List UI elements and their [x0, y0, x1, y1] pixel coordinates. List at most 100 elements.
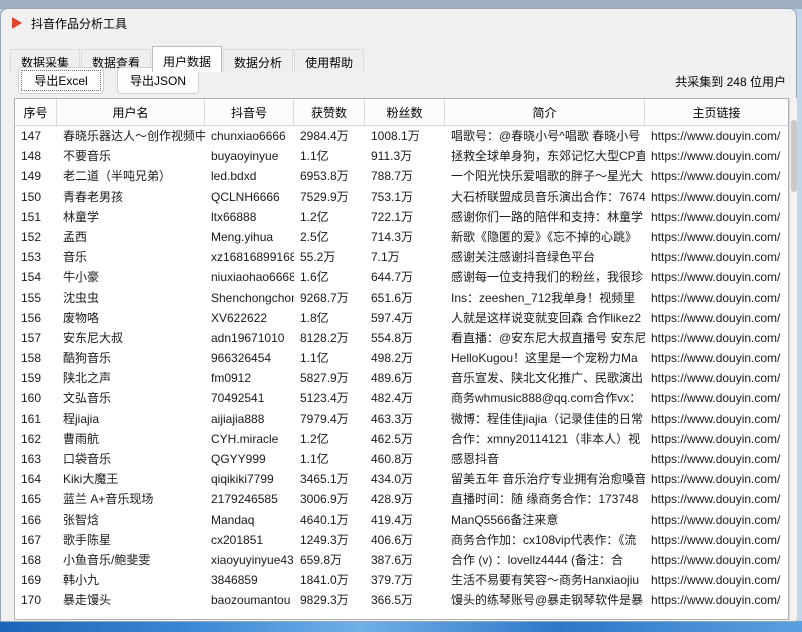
cell-bio: 拯救全球单身狗，东郊记忆大型CP直: [445, 146, 645, 166]
table-row[interactable]: 169韩小九38468591841.0万379.7万生活不易要有笑容～商务Han…: [15, 570, 788, 590]
cell-index: 153: [15, 247, 57, 267]
cell-bio: 生活不易要有笑容～商务Hanxiaojiu: [445, 570, 645, 590]
cell-likes: 1.1亿: [294, 449, 365, 469]
table-row[interactable]: 148不要音乐buyaoyinyue1.1亿911.3万拯救全球单身狗，东郊记忆…: [15, 146, 788, 166]
cell-username: 蓝兰 A+音乐现场: [57, 489, 205, 509]
table-row[interactable]: 150青春老男孩QCLNH66667529.9万753.1万大石桥联盟成员音乐演…: [15, 187, 788, 207]
cell-likes: 1.1亿: [294, 146, 365, 166]
cell-douyin-id: 3846859: [205, 570, 294, 590]
cell-username: 暴走馒头: [57, 590, 205, 610]
vertical-scrollbar[interactable]: [789, 98, 797, 620]
cell-likes: 7979.4万: [294, 409, 365, 429]
cell-username: 音乐: [57, 247, 205, 267]
column-header-likes[interactable]: 获赞数: [294, 99, 365, 125]
table-body: 147春晓乐器达人～创作视频中chunxiao66662984.4万1008.1…: [15, 126, 788, 611]
cell-username: 沈虫虫: [57, 288, 205, 308]
cell-followers: 788.7万: [365, 166, 445, 186]
cell-bio: 合作 (v) ：lovellz4444 (备注：合: [445, 550, 645, 570]
cell-followers: 379.7万: [365, 570, 445, 590]
cell-username: 安东尼大叔: [57, 328, 205, 348]
cell-username: 口袋音乐: [57, 449, 205, 469]
cell-likes: 3006.9万: [294, 489, 365, 509]
column-header-username[interactable]: 用户名: [57, 99, 205, 125]
cell-profile-link: https://www.douyin.com/: [645, 207, 788, 227]
table-row[interactable]: 164Kiki大魔王qiqikiki77993465.1万434.0万留美五年 …: [15, 469, 788, 489]
column-header-index[interactable]: 序号: [15, 99, 57, 125]
cell-douyin-id: niuxiaohao6668: [205, 267, 294, 287]
table-row[interactable]: 153音乐xz1681689916855.2万7.1万感谢关注感谢抖音绿色平台h…: [15, 247, 788, 267]
cell-douyin-id: baozoumantou: [205, 590, 294, 610]
table-row[interactable]: 154牛小豪niuxiaohao66681.6亿644.7万感谢每一位支持我们的…: [15, 267, 788, 287]
cell-profile-link: https://www.douyin.com/: [645, 510, 788, 530]
cell-bio: 商务whmusic888@qq.com合作vx：: [445, 388, 645, 408]
cell-index: 157: [15, 328, 57, 348]
cell-douyin-id: cx201851: [205, 530, 294, 550]
cell-profile-link: https://www.douyin.com/: [645, 409, 788, 429]
tab-data-analysis[interactable]: 数据分析: [223, 49, 293, 72]
column-header-douyin-id[interactable]: 抖音号: [205, 99, 294, 125]
user-table: 序号 用户名 抖音号 获赞数 粉丝数 简介 主页链接 147春晓乐器达人～创作视…: [14, 98, 789, 620]
cell-likes: 2984.4万: [294, 126, 365, 146]
cell-followers: 1008.1万: [365, 126, 445, 146]
table-row[interactable]: 163口袋音乐QGYY9991.1亿460.8万感恩抖音https://www.…: [15, 449, 788, 469]
cell-followers: 911.3万: [365, 146, 445, 166]
table-row[interactable]: 152孟西Meng.yihua2.5亿714.3万新歌《隐匿的爱》《忘不掉的心跳…: [15, 227, 788, 247]
cell-likes: 1249.3万: [294, 530, 365, 550]
table-row[interactable]: 167歌手陈星cx2018511249.3万406.6万商务合作加：cx108v…: [15, 530, 788, 550]
cell-username: Kiki大魔王: [57, 469, 205, 489]
app-window: 抖音作品分析工具 数据采集 数据查看 用户数据 数据分析 使用帮助 导出Exce…: [0, 8, 797, 622]
cell-followers: 498.2万: [365, 348, 445, 368]
cell-douyin-id: ltx66888: [205, 207, 294, 227]
tab-user-data[interactable]: 用户数据: [152, 46, 222, 72]
table-row[interactable]: 168小鱼音乐/鲍斐雯xiaoyuyinyue43659.8万387.6万合作 …: [15, 550, 788, 570]
tab-help[interactable]: 使用帮助: [294, 49, 364, 72]
cell-likes: 3465.1万: [294, 469, 365, 489]
cell-index: 158: [15, 348, 57, 368]
table-row[interactable]: 156废物咯XV6226221.8亿597.4万人就是这样说变就变回森 合作li…: [15, 308, 788, 328]
table-row[interactable]: 155沈虫虫Shenchongchon9268.7万651.6万Ins：zees…: [15, 288, 788, 308]
scrollbar-thumb[interactable]: [791, 120, 797, 192]
cell-index: 169: [15, 570, 57, 590]
column-header-profile-link[interactable]: 主页链接: [645, 99, 788, 125]
table-row[interactable]: 147春晓乐器达人～创作视频中chunxiao66662984.4万1008.1…: [15, 126, 788, 146]
cell-index: 151: [15, 207, 57, 227]
table-row[interactable]: 159陕北之声fm09125827.9万489.6万音乐宣发、陕北文化推广、民歌…: [15, 368, 788, 388]
cell-bio: 留美五年 音乐治疗专业拥有治愈嗓音: [445, 469, 645, 489]
column-header-followers[interactable]: 粉丝数: [365, 99, 445, 125]
cell-likes: 7529.9万: [294, 187, 365, 207]
cell-bio: 人就是这样说变就变回森 合作likez2: [445, 308, 645, 328]
table-row[interactable]: 158酷狗音乐9663264541.1亿498.2万HelloKugou！这里是…: [15, 348, 788, 368]
cell-followers: 714.3万: [365, 227, 445, 247]
cell-index: 167: [15, 530, 57, 550]
cell-followers: 387.6万: [365, 550, 445, 570]
cell-douyin-id: Shenchongchon: [205, 288, 294, 308]
cell-bio: 看直播：@安东尼大叔直播号 安东尼: [445, 328, 645, 348]
table-row[interactable]: 166张智焓Mandaq4640.1万419.4万ManQ5566备注来意htt…: [15, 510, 788, 530]
cell-index: 161: [15, 409, 57, 429]
table-row[interactable]: 170暴走馒头baozoumantou9829.3万366.5万馒头的练琴账号@…: [15, 590, 788, 610]
cell-followers: 554.8万: [365, 328, 445, 348]
cell-index: 163: [15, 449, 57, 469]
column-header-bio[interactable]: 简介: [445, 99, 645, 125]
cell-likes: 5123.4万: [294, 388, 365, 408]
table-row[interactable]: 165蓝兰 A+音乐现场21792465853006.9万428.9万直播时间：…: [15, 489, 788, 509]
cell-likes: 659.8万: [294, 550, 365, 570]
table-row[interactable]: 162曹雨航CYH.miracle1.2亿462.5万合作：xmny201141…: [15, 429, 788, 449]
cell-douyin-id: 2179246585: [205, 489, 294, 509]
cell-bio: 一个阳光快乐爱唱歌的胖子～星光大: [445, 166, 645, 186]
table-row[interactable]: 149老二道（半吨兄弟）led.bdxd6953.8万788.7万一个阳光快乐爱…: [15, 166, 788, 186]
export-excel-button[interactable]: 导出Excel: [18, 67, 104, 94]
cell-username: 程jiajia: [57, 409, 205, 429]
cell-profile-link: https://www.douyin.com/: [645, 267, 788, 287]
cell-douyin-id: CYH.miracle: [205, 429, 294, 449]
table-row[interactable]: 161程jiajiaaijiajia8887979.4万463.3万微博：程佳佳…: [15, 409, 788, 429]
table-row[interactable]: 160文弘音乐704925415123.4万482.4万商务whmusic888…: [15, 388, 788, 408]
cell-followers: 463.3万: [365, 409, 445, 429]
cell-bio: 感恩抖音: [445, 449, 645, 469]
table-row[interactable]: 157安东尼大叔adn196710108128.2万554.8万看直播：@安东尼…: [15, 328, 788, 348]
cell-bio: ManQ5566备注来意: [445, 510, 645, 530]
table-header-row: 序号 用户名 抖音号 获赞数 粉丝数 简介 主页链接: [15, 99, 788, 126]
table-row[interactable]: 151林童学ltx668881.2亿722.1万感谢你们一路的陪伴和支持：林童学…: [15, 207, 788, 227]
cell-likes: 4640.1万: [294, 510, 365, 530]
cell-bio: 商务合作加：cx108vip代表作：《流: [445, 530, 645, 550]
